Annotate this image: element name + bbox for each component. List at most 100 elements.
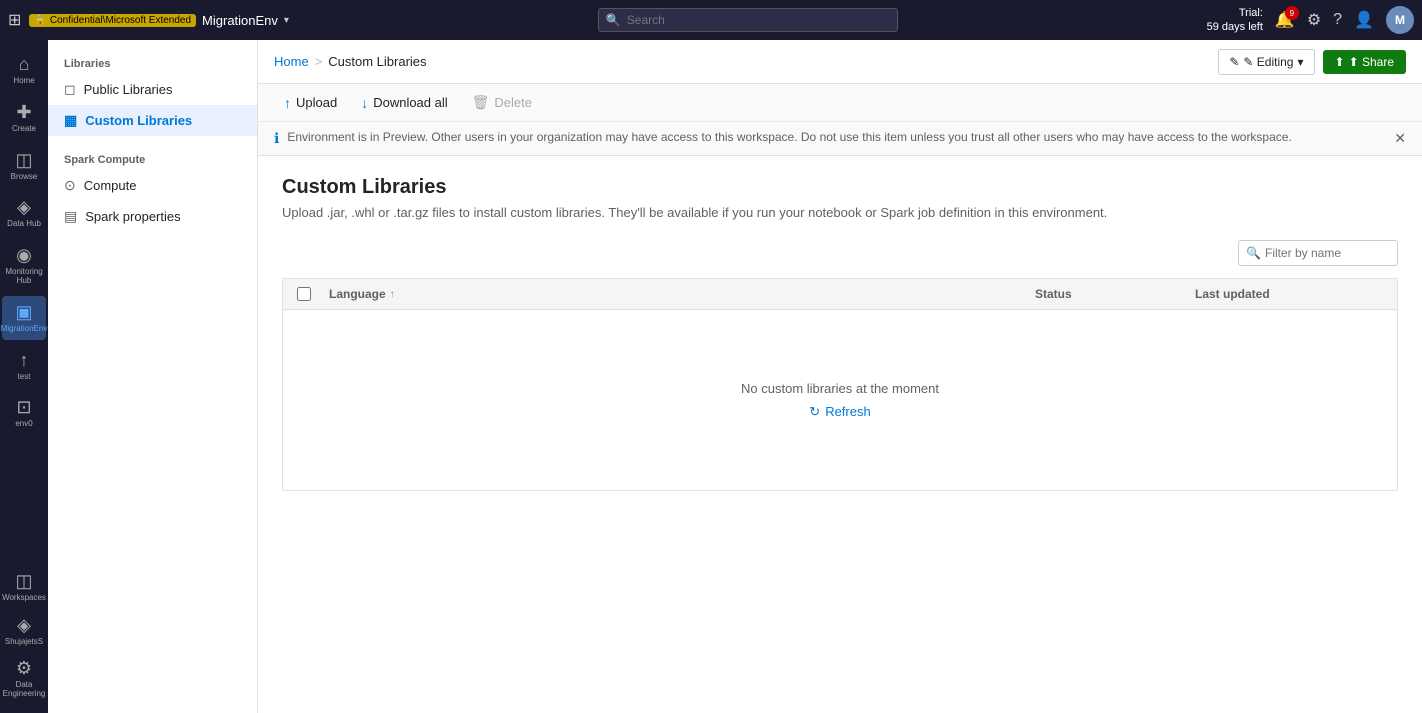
upload-button[interactable]: ↑ Upload	[274, 91, 347, 115]
breadcrumb-home[interactable]: Home	[274, 54, 309, 69]
sidebar-item-monitoring-hub[interactable]: ◉ Monitoring Hub	[2, 239, 46, 292]
env0-label: env0	[15, 420, 32, 429]
sidebar-bottom: ◫ Workspaces ◈ ShujajetsS ⚙ Data Enginee…	[2, 565, 46, 705]
spark-props-label: Spark properties	[85, 209, 180, 224]
custom-libraries-label: Custom Libraries	[85, 113, 192, 128]
monitoring-hub-icon: ◉	[16, 245, 32, 266]
last-updated-header-label: Last updated	[1195, 287, 1270, 301]
spark-section-title: Spark Compute	[48, 148, 257, 170]
search-area: 🔍	[598, 8, 898, 32]
download-label: Download all	[373, 95, 447, 110]
home-label: Home	[13, 77, 34, 86]
create-icon: ✚	[16, 102, 31, 123]
compute-icon: ⊙	[64, 177, 76, 194]
delete-label: Delete	[494, 95, 532, 110]
table-container: Language ↑ Status Last updated No custom…	[282, 278, 1398, 491]
nav-item-compute[interactable]: ⊙ Compute	[48, 170, 257, 201]
test-label: test	[18, 373, 31, 382]
table-header: Language ↑ Status Last updated	[283, 279, 1397, 310]
notifications-button[interactable]: 🔔 9	[1275, 10, 1295, 30]
edit-pencil-icon: ✎	[1229, 55, 1239, 69]
download-all-button[interactable]: ↓ Download all	[351, 91, 457, 115]
select-all-checkbox[interactable]	[297, 287, 311, 301]
nav-item-custom-libraries[interactable]: ▦ Custom Libraries	[48, 105, 257, 136]
nav-item-spark-properties[interactable]: ▤ Spark properties	[48, 201, 257, 232]
sidebar-item-home[interactable]: ⌂ Home	[2, 48, 46, 92]
monitoring-hub-label: Monitoring Hub	[5, 268, 42, 286]
search-input[interactable]	[598, 8, 898, 32]
sort-icon[interactable]: ↑	[390, 289, 395, 300]
main-content: Home > Custom Libraries ✎ ✎ Editing ▾ ⬆ …	[258, 40, 1422, 713]
browse-label: Browse	[11, 173, 38, 182]
migration-env-label: MigrationEnv	[1, 325, 48, 334]
migration-env-icon: ▣	[15, 302, 32, 323]
delete-icon: 🗑	[472, 94, 490, 111]
header-last-updated: Last updated	[1189, 279, 1389, 309]
grid-icon[interactable]: ⊞	[8, 10, 21, 30]
env-chevron-icon[interactable]: ▾	[284, 15, 289, 26]
upload-label: Upload	[296, 95, 337, 110]
sidebar-item-test[interactable]: ↑ test	[2, 344, 46, 388]
header-status: Status	[1029, 279, 1189, 309]
sidebar-item-data-engineering[interactable]: ⚙ Data Engineering	[2, 652, 46, 705]
status-header-label: Status	[1035, 287, 1072, 301]
edit-label: ✎ Editing	[1243, 55, 1293, 69]
workspaces-icon: ◫	[15, 571, 32, 592]
env-name: MigrationEnv	[202, 13, 278, 28]
page-title: Custom Libraries	[282, 176, 1398, 199]
test-icon: ↑	[20, 350, 29, 371]
share-button[interactable]: ⬆ ⬆ Share	[1323, 50, 1406, 74]
edit-button[interactable]: ✎ ✎ Editing ▾	[1218, 49, 1314, 75]
app-name-area: 🔒 Confidential\Microsoft Extended Migrat…	[29, 13, 289, 28]
compute-label: Compute	[84, 178, 137, 193]
left-nav: Libraries ◻ Public Libraries ▦ Custom Li…	[48, 40, 258, 713]
breadcrumb-current: Custom Libraries	[328, 54, 426, 69]
breadcrumb: Home > Custom Libraries	[274, 54, 427, 69]
help-icon[interactable]: ?	[1333, 11, 1342, 29]
sidebar-item-migration-env[interactable]: ▣ MigrationEnv	[2, 296, 46, 340]
refresh-button[interactable]: ↻ Refresh	[809, 404, 870, 420]
empty-message: No custom libraries at the moment	[741, 381, 939, 396]
header-language: Language ↑	[323, 279, 1029, 309]
filter-icon: 🔍	[1246, 246, 1261, 260]
download-icon: ↓	[361, 95, 368, 111]
edit-chevron-icon: ▾	[1297, 55, 1303, 69]
action-bar-right: ✎ ✎ Editing ▾ ⬆ ⬆ Share	[1218, 49, 1406, 75]
sidebar-item-browse[interactable]: ◫ Browse	[2, 144, 46, 188]
workspaces-label: Workspaces	[2, 594, 46, 603]
public-libraries-icon: ◻	[64, 81, 76, 98]
filter-input[interactable]	[1238, 240, 1398, 266]
refresh-icon: ↻	[809, 404, 820, 420]
table-body: No custom libraries at the moment ↻ Refr…	[283, 310, 1397, 490]
home-icon: ⌂	[19, 54, 30, 75]
sidebar-item-data-hub[interactable]: ◈ Data Hub	[2, 191, 46, 235]
spark-props-icon: ▤	[64, 208, 77, 225]
sidebar-item-create[interactable]: ✚ Create	[2, 96, 46, 140]
empty-state: No custom libraries at the moment ↻ Refr…	[741, 381, 939, 420]
confidential-badge: 🔒 Confidential\Microsoft Extended	[29, 14, 196, 27]
data-hub-label: Data Hub	[7, 220, 41, 229]
user-icon[interactable]: 👤	[1354, 10, 1374, 30]
sidebar-item-env0[interactable]: ⊡ env0	[2, 391, 46, 435]
main-layout: ⌂ Home ✚ Create ◫ Browse ◈ Data Hub ◉ Mo…	[0, 40, 1422, 713]
info-icon: ℹ	[274, 130, 279, 147]
filter-wrap: 🔍	[1238, 240, 1398, 266]
share-icon: ⬆	[1335, 55, 1345, 69]
warning-text: Environment is in Preview. Other users i…	[287, 130, 1291, 144]
delete-button[interactable]: 🗑 Delete	[462, 90, 542, 115]
warning-banner: ℹ Environment is in Preview. Other users…	[258, 122, 1422, 156]
warning-close-button[interactable]: ✕	[1394, 130, 1406, 147]
sidebar-item-workspaces[interactable]: ◫ Workspaces	[2, 565, 46, 609]
sub-action-bar: ↑ Upload ↓ Download all 🗑 Delete	[258, 84, 1422, 122]
share-label: ⬆ Share	[1349, 55, 1394, 69]
notif-count: 9	[1285, 6, 1299, 20]
sidebar-item-shujajets[interactable]: ◈ ShujajetsS	[2, 609, 46, 653]
badge-label: Confidential\Microsoft Extended	[50, 15, 191, 26]
data-hub-icon: ◈	[17, 197, 31, 218]
settings-icon[interactable]: ⚙	[1307, 10, 1321, 30]
nav-item-public-libraries[interactable]: ◻ Public Libraries	[48, 74, 257, 105]
page-description: Upload .jar, .whl or .tar.gz files to in…	[282, 205, 1398, 220]
refresh-label: Refresh	[825, 404, 871, 419]
header-checkbox-cell	[291, 279, 323, 309]
avatar[interactable]: M	[1386, 6, 1414, 34]
